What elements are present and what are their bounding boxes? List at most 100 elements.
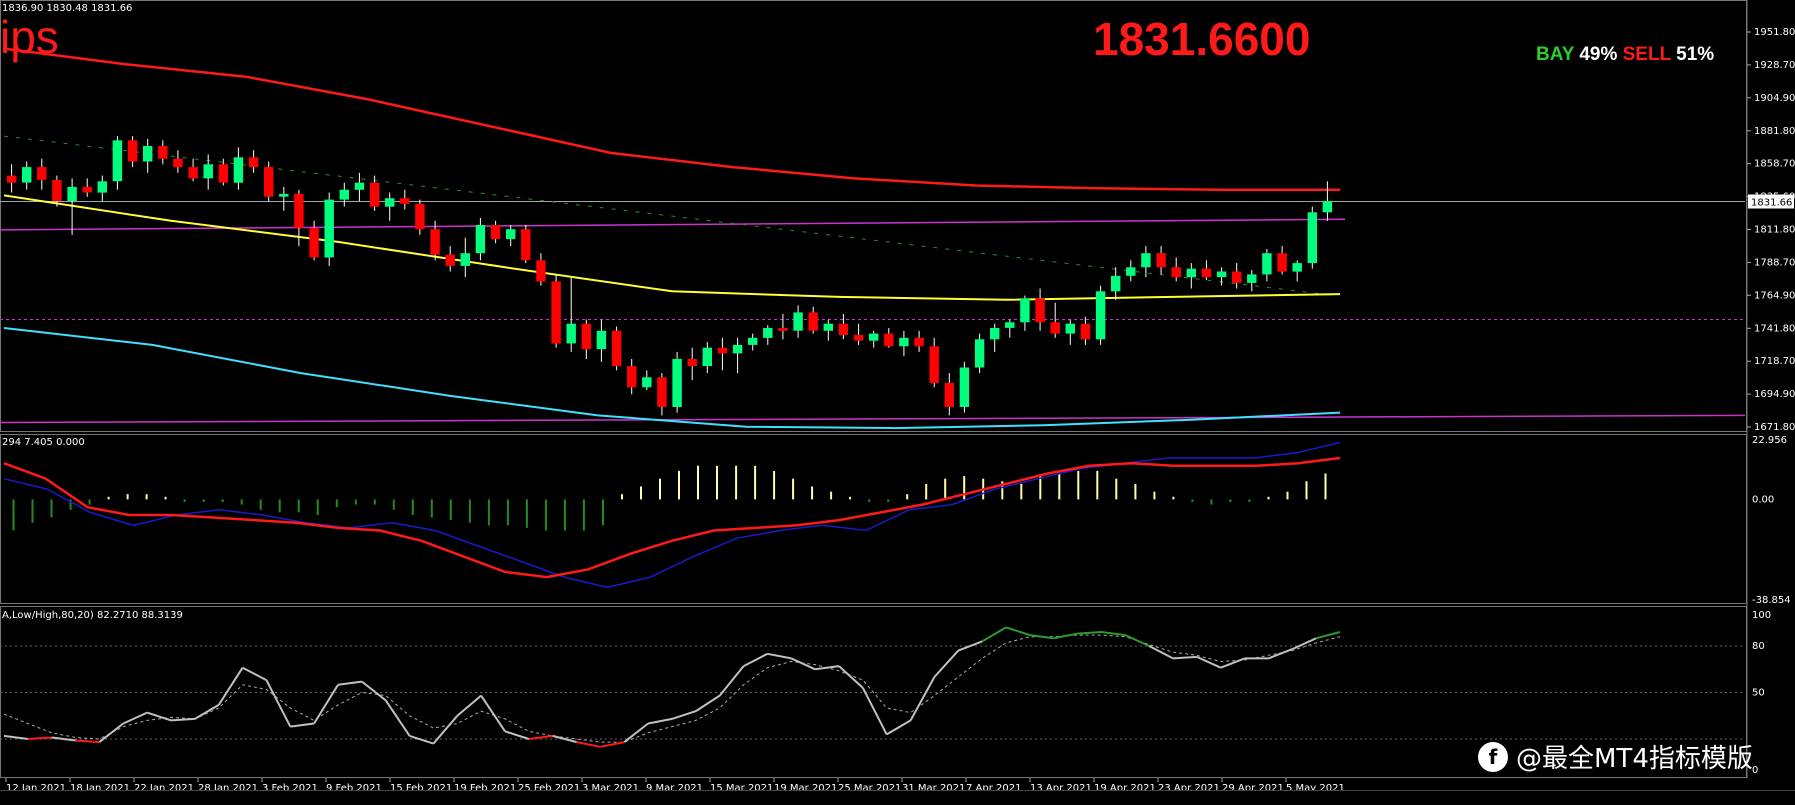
macd-tick-label: 22.956 (1752, 435, 1787, 446)
stoch-k-segment (409, 734, 434, 745)
price-tick-label: 1951.80 (1754, 27, 1795, 38)
stoch-k-segment (337, 680, 363, 686)
candle-body (551, 281, 561, 344)
stoch-k-segment (790, 657, 816, 671)
candle-body (248, 157, 259, 168)
stoch-k-segment (767, 652, 792, 660)
stoch-k-segment (1053, 632, 1078, 640)
candle-body (929, 346, 939, 383)
stoch-k-segment (600, 741, 625, 748)
stoch-k-segment (1148, 645, 1174, 660)
stoch-k-segment (695, 694, 721, 712)
stoch-k-segment (838, 665, 864, 689)
candle-body (1232, 271, 1242, 283)
candle-body (52, 179, 62, 201)
stoch-k-segment (290, 722, 315, 728)
candle-body (1216, 271, 1227, 278)
candle-body (1186, 268, 1196, 278)
candle-body (672, 359, 682, 407)
candle-body (1050, 322, 1060, 334)
candle-body (1141, 253, 1151, 268)
price-tick-label: 1694.90 (1754, 389, 1795, 400)
stoch-k-segment (814, 665, 840, 671)
stoch-k-segment (504, 730, 530, 740)
candle-body (838, 323, 849, 335)
macd-tick-label: 0.00 (1752, 494, 1774, 505)
candle-body (460, 253, 470, 266)
candle-body (112, 140, 123, 182)
stoch-k-segment (933, 649, 960, 678)
stoch-k-segment (313, 684, 339, 725)
candle-body (1035, 298, 1045, 323)
price-tick-label: 1764.90 (1754, 290, 1795, 301)
candle-body (324, 199, 334, 258)
candle-body (1080, 323, 1091, 340)
candle-body (400, 198, 410, 204)
candle-body (974, 339, 985, 368)
stoch-k-segment (647, 717, 673, 725)
yellow-moving-average (3, 194, 1341, 301)
candle-body (475, 225, 486, 254)
watermark: f @最全MT4指标模版 (1478, 738, 1753, 775)
candle-body (339, 189, 349, 200)
candle-body (279, 193, 289, 197)
magenta-lower-line (0, 414, 1746, 424)
candle-body (37, 167, 47, 180)
price-tick-label: 1788.70 (1754, 257, 1795, 268)
candle-body (717, 347, 728, 354)
candle-body (823, 323, 833, 331)
bay-sell-ratio: BAY 49% SELL 51% (1536, 44, 1714, 66)
stoch-k-segment (909, 676, 936, 721)
candle-body (1247, 274, 1257, 283)
candle-body (596, 330, 607, 350)
toutiao-logo-icon: f (1478, 741, 1508, 772)
candle-body (173, 158, 183, 168)
stoch-k-segment (1268, 648, 1293, 660)
stoch-k-segment (576, 741, 601, 748)
candle-body (1005, 322, 1015, 328)
candle-body (309, 227, 319, 258)
stoch-k-segment (1315, 631, 1341, 640)
current-price-box-label: 1831.66 (1751, 198, 1792, 209)
stoch-k-segment (743, 652, 768, 667)
stoch-k-segment (1124, 634, 1150, 647)
stoch-k-segment (27, 736, 52, 740)
candle-body (1171, 267, 1181, 278)
stoch-k-segment (361, 680, 387, 702)
stoch-k-segment (194, 704, 220, 720)
candle-body (869, 333, 879, 341)
candle-body (990, 328, 1000, 340)
stoch-k-segment (75, 739, 100, 744)
candle-body (1201, 268, 1212, 278)
sell-percent: 51% (1676, 44, 1715, 65)
candle-body (657, 377, 667, 407)
stoch-header: A,Low/High,80,20) 82.2710 88.3139 (2, 610, 183, 621)
candle-body (793, 312, 803, 331)
price-tick-label: 1671.80 (1754, 422, 1795, 433)
stoch-tick-label: 80 (1752, 641, 1765, 652)
price-tick-label: 1904.90 (1754, 93, 1795, 104)
bottom-scroll-bar[interactable] (0, 790, 1795, 805)
candle-body (218, 164, 228, 183)
stoch-k-segment (1291, 637, 1317, 651)
macd-tick-label: -38.854 (1752, 595, 1791, 606)
candle-body (1111, 275, 1121, 292)
candle-body (521, 229, 531, 261)
candle-body (732, 344, 743, 354)
candle-body (536, 260, 546, 282)
stoch-k-segment (1101, 631, 1126, 637)
candle-body (1126, 267, 1136, 276)
candle-body (1156, 253, 1166, 268)
price-tick-label: 1741.80 (1754, 323, 1795, 334)
candle-body (899, 337, 909, 347)
candle-body (1277, 253, 1287, 272)
current-price-big: 1831.6600 (1093, 13, 1311, 65)
stoch-tick-label: 50 (1752, 688, 1765, 699)
stoch-k-segment (886, 719, 912, 736)
stoch-k-segment (862, 687, 888, 735)
main-panel-frame (0, 0, 1747, 432)
candle-body (143, 146, 153, 162)
candle-body (415, 203, 425, 230)
bay-label: BAY (1536, 44, 1575, 65)
candle-body (97, 181, 107, 193)
